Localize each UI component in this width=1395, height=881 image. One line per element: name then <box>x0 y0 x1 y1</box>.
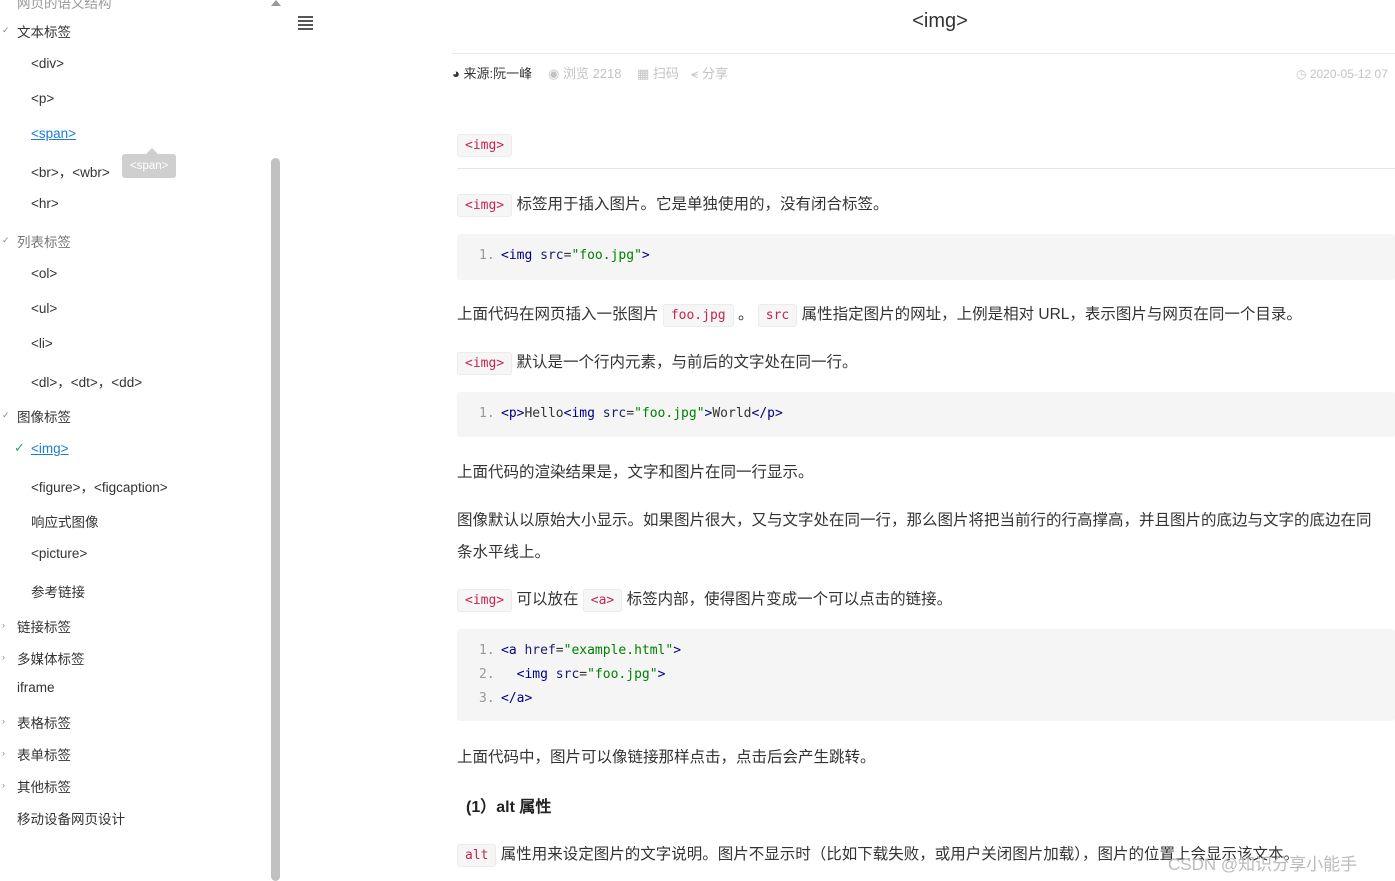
sidebar-item-hr[interactable]: <hr> <box>31 196 59 211</box>
paragraph: <img> 标签用于插入图片。它是单独使用的，没有闭合标签。 <box>457 192 889 217</box>
inline-code: <img> <box>457 134 513 157</box>
caret-icon[interactable]: ✓ <box>2 235 10 246</box>
inline-code: <a> <box>582 589 623 612</box>
code-line: 2. <img src="foo.jpg"> <box>479 667 666 682</box>
views-meta: ◉ 浏览 2218 <box>548 63 622 82</box>
inline-code: <img> <box>457 589 513 612</box>
caret-icon[interactable]: ✓ <box>2 410 10 421</box>
chevron-right-icon[interactable]: › <box>2 780 5 790</box>
code-block: 1. <p>Hello<img src="foo.jpg">World</p> <box>457 392 1395 437</box>
paragraph-text: 标签内部，使得图片变成一个可以点击的链接。 <box>626 591 953 608</box>
inline-code: alt <box>457 844 497 867</box>
code-block: 1. <a href="example.html"> 2. <img src="f… <box>457 629 1395 721</box>
sidebar-item-p[interactable]: <p> <box>31 91 54 106</box>
header-divider <box>452 53 1395 54</box>
paragraph: <img> 可以放在 <a> 标签内部，使得图片变成一个可以点击的链接。 <box>457 587 953 612</box>
paragraph-text: 可以放在 <box>516 591 579 608</box>
paragraph: 上面代码中，图片可以像链接那样点击，点击后会产生跳转。 <box>457 749 876 766</box>
sidebar-item-picture[interactable]: <picture> <box>31 546 87 561</box>
sidebar-item-text-tags[interactable]: 文本标签 <box>17 21 71 41</box>
paragraph: 图像默认以原始大小显示。如果图片很大，又与文字处在同一行，那么图片将把当前行的行… <box>457 512 1372 529</box>
globe-icon: ◕ <box>452 66 460 81</box>
chevron-right-icon[interactable]: › <box>2 748 5 758</box>
paragraph-text: 标签用于插入图片。它是单独使用的，没有闭合标签。 <box>516 196 889 213</box>
source-label: 来源:阮一峰 <box>463 66 533 81</box>
code-block: 1. <img src="foo.jpg"> <box>457 234 1395 280</box>
scan-label: 扫码 <box>652 66 679 81</box>
share-label: 分享 <box>701 66 728 81</box>
inline-code: <img> <box>457 352 513 375</box>
paragraph-text: 。 <box>737 306 754 323</box>
sidebar-item-iframe[interactable]: iframe <box>17 680 55 695</box>
sidebar-item-img[interactable]: <img> <box>31 441 69 456</box>
sidebar-item-span[interactable]: <span> <box>31 126 76 141</box>
sidebar-item-list-tags[interactable]: 列表标签 <box>17 231 71 251</box>
section-heading: <img> <box>457 134 513 157</box>
clock-icon: ◷ <box>1296 67 1307 81</box>
sidebar-item-other-tags[interactable]: 其他标签 <box>17 776 71 796</box>
source-meta: ◕ 来源:阮一峰 <box>452 63 532 82</box>
paragraph: 条水平线上。 <box>457 544 551 561</box>
paragraph: 上面代码的渲染结果是，文字和图片在同一行显示。 <box>457 464 814 481</box>
sidebar-item-references[interactable]: 参考链接 <box>31 581 85 601</box>
sidebar-item-br-wbr[interactable]: <br>，<wbr> <box>31 161 110 181</box>
chevron-right-icon[interactable]: › <box>2 652 5 662</box>
inline-code: foo.jpg <box>662 304 734 327</box>
code-line: 3. </a> <box>479 691 533 706</box>
scrollbar-thumb[interactable] <box>271 158 280 881</box>
sidebar-item-dl[interactable]: <dl>，<dt>，<dd> <box>31 371 142 391</box>
menu-icon[interactable] <box>298 16 313 30</box>
sidebar-item-form-tags[interactable]: 表单标签 <box>17 744 71 764</box>
sidebar-item-media-tags[interactable]: 多媒体标签 <box>17 648 85 668</box>
tooltip: <span> <box>122 148 177 178</box>
subheading: (1）alt 属性 <box>466 799 552 816</box>
sidebar-item-semantic-structure[interactable]: 网页的语义结构 <box>17 0 112 12</box>
sidebar-item-ul[interactable]: <ul> <box>31 301 57 316</box>
sidebar-item-li[interactable]: <li> <box>31 336 53 351</box>
date-text: 2020-05-12 07 <box>1309 67 1388 81</box>
sidebar-item-div[interactable]: <div> <box>31 56 64 71</box>
code-line: 1. <a href="example.html"> <box>479 643 682 658</box>
scan-button[interactable]: ▦ 扫码 <box>637 63 679 82</box>
watermark: CSDN @知识分享小能手 <box>1168 855 1358 874</box>
inline-code: src <box>757 304 798 327</box>
scroll-up-arrow-icon[interactable] <box>271 0 281 6</box>
heading-divider <box>457 168 1395 169</box>
chevron-right-icon[interactable]: › <box>2 716 5 726</box>
check-icon: ✓ <box>14 440 25 455</box>
share-icon: ⪪ <box>691 66 699 81</box>
sidebar-item-image-tags[interactable]: 图像标签 <box>17 406 71 426</box>
sidebar-item-ol[interactable]: <ol> <box>31 266 57 281</box>
paragraph-text: 默认是一个行内元素，与前后的文字处在同一行。 <box>516 354 858 371</box>
code-line: 1. <img src="foo.jpg"> <box>479 248 650 263</box>
paragraph: <img> 默认是一个行内元素，与前后的文字处在同一行。 <box>457 350 858 375</box>
sidebar-scrollbar[interactable] <box>270 0 282 881</box>
paragraph-text: 属性指定图片的网址，上例是相对 URL，表示图片与网页在同一个目录。 <box>801 306 1302 323</box>
paragraph-text: 上面代码在网页插入一张图片 <box>457 306 659 323</box>
inline-code: <img> <box>457 194 513 217</box>
publish-date: ◷ 2020-05-12 07 <box>1296 67 1388 81</box>
sidebar-item-mobile-design[interactable]: 移动设备网页设计 <box>17 808 125 828</box>
sidebar-item-link-tags[interactable]: 链接标签 <box>17 616 71 636</box>
caret-icon[interactable]: ✓ <box>2 25 10 36</box>
chevron-right-icon[interactable]: › <box>2 620 5 630</box>
sidebar-item-figure[interactable]: <figure>，<figcaption> <box>31 476 168 496</box>
page-title: <img> <box>912 10 968 32</box>
sidebar-item-table-tags[interactable]: 表格标签 <box>17 712 71 732</box>
qrcode-icon: ▦ <box>637 66 650 81</box>
views-count: 浏览 2218 <box>562 66 622 81</box>
sidebar-nav: 网页的语义结构 ✓ 文本标签 <div> <p> <span> <br>，<wb… <box>0 0 270 881</box>
code-line: 1. <p>Hello<img src="foo.jpg">World</p> <box>479 406 783 421</box>
sidebar-item-responsive-image[interactable]: 响应式图像 <box>31 511 99 531</box>
share-button[interactable]: ⪪ 分享 <box>691 63 728 82</box>
paragraph: 上面代码在网页插入一张图片 foo.jpg 。 src 属性指定图片的网址，上例… <box>457 302 1302 327</box>
eye-icon: ◉ <box>548 66 560 81</box>
